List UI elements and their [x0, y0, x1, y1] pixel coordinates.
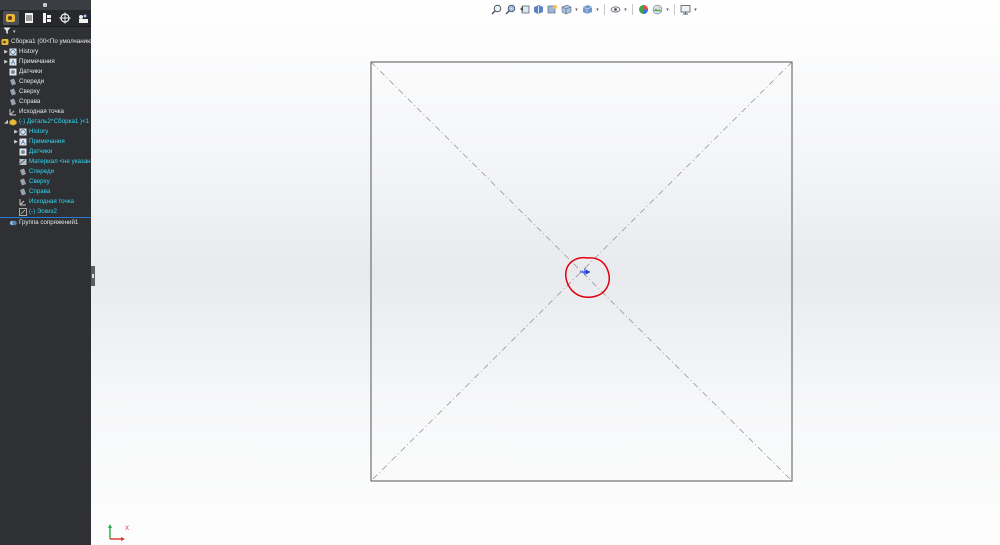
triad-x-label: X	[125, 526, 130, 532]
highlight-annotation-circle	[565, 256, 610, 298]
graphics-area[interactable]	[0, 0, 1000, 545]
reference-triad[interactable]: X	[106, 523, 132, 545]
origin-marker-icon[interactable]	[580, 268, 590, 275]
